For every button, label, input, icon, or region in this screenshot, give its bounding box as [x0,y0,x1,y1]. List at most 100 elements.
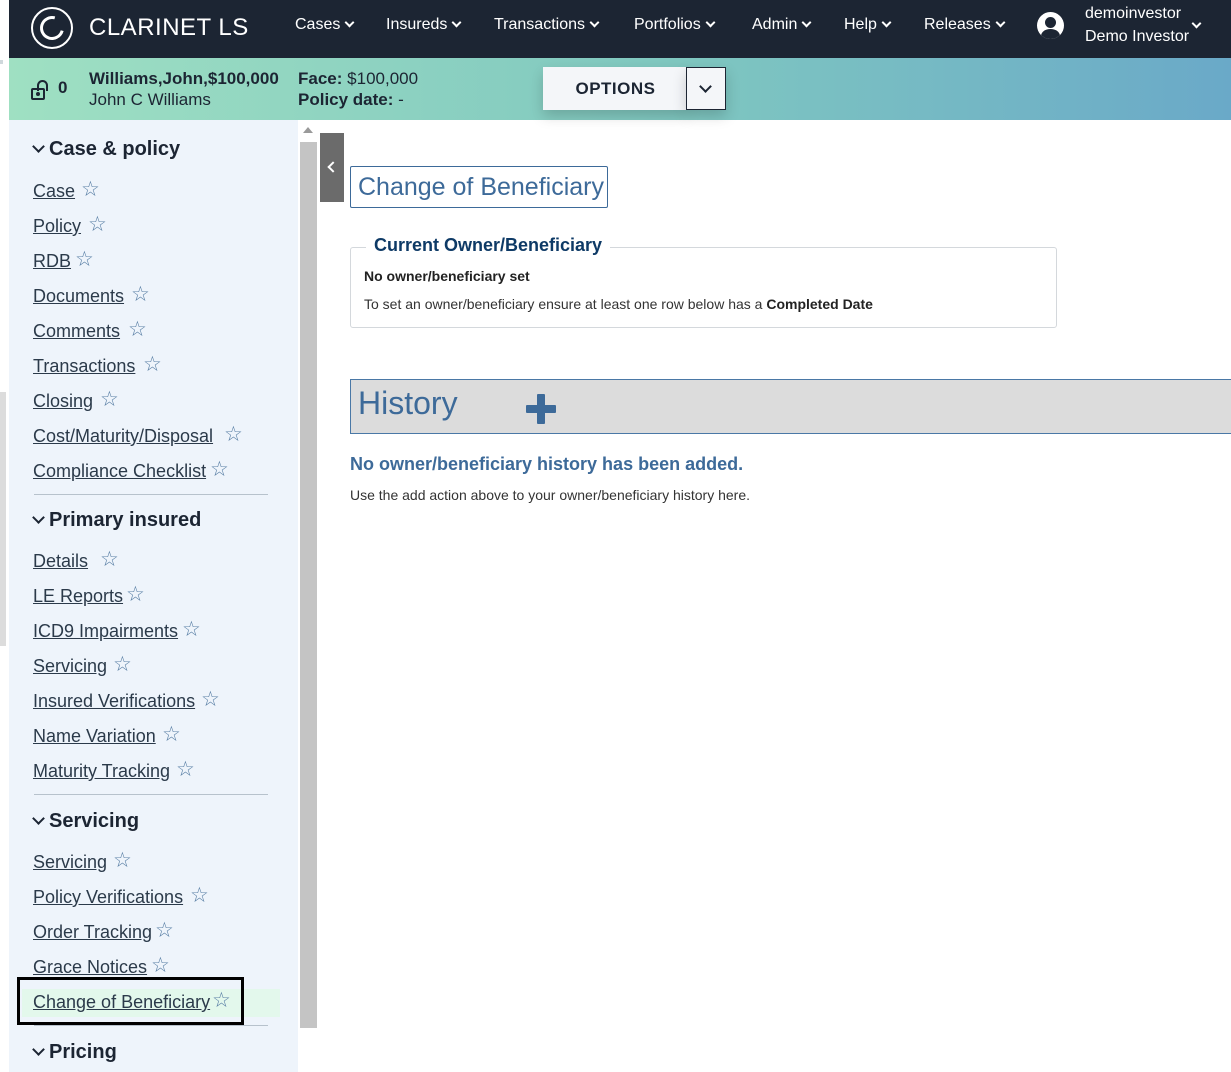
star-outline-icon[interactable]: ☆ [155,918,174,943]
sidebar-item-icd9-impairments[interactable]: ICD9 Impairments [33,621,178,642]
nav-releases[interactable]: Releases [924,16,1006,34]
sidebar-item-closing[interactable]: Closing [33,391,93,412]
sidebar-item-policy[interactable]: Policy [33,216,81,237]
chevron-down-icon[interactable] [1191,18,1202,29]
options-dropdown-toggle[interactable] [686,67,726,110]
sidebar-item-transactions[interactable]: Transactions [33,356,135,377]
sidebar-item-order-tracking[interactable]: Order Tracking [33,922,152,943]
insured-name: John C Williams [89,90,211,109]
section-pricing[interactable]: Pricing [32,1041,117,1064]
chevron-down-icon [451,17,462,28]
star-outline-icon[interactable]: ☆ [143,352,162,377]
star-outline-icon[interactable]: ☆ [88,212,107,237]
history-title: History [358,385,458,421]
chevron-down-icon [32,812,45,825]
history-header-bar [350,379,1231,434]
star-outline-icon[interactable]: ☆ [162,722,181,747]
sidebar-item-policy-verifications[interactable]: Policy Verifications [33,887,183,908]
sidebar-item-name-variation[interactable]: Name Variation [33,726,156,747]
case-title: Williams,John,$100,000 [89,69,279,88]
nav-insureds[interactable]: Insureds [386,16,462,34]
star-outline-icon[interactable]: ☆ [210,457,229,482]
chevron-down-icon [705,17,716,28]
scroll-up-arrow-icon[interactable] [303,127,313,133]
star-outline-icon[interactable]: ☆ [126,582,145,607]
top-navbar: CLARINET LS Cases Insureds Transactions … [9,0,1231,58]
page-title: Change of Beneficiary [358,173,604,201]
sidebar-item-servicing-2[interactable]: Servicing [33,852,107,873]
user-display-name[interactable]: Demo Investor [1085,28,1189,46]
nav-portfolios[interactable]: Portfolios [634,16,716,34]
nav-admin[interactable]: Admin [752,16,812,34]
plus-icon[interactable] [526,394,556,424]
case-header-bar: 0 Williams,John,$100,000 John C Williams… [9,58,1231,120]
current-owner-panel [350,247,1057,328]
sidebar-item-maturity-tracking[interactable]: Maturity Tracking [33,761,170,782]
star-outline-icon[interactable]: ☆ [151,953,170,978]
chevron-down-icon [801,17,812,28]
sidebar-item-documents[interactable]: Documents [33,286,124,307]
star-outline-icon[interactable]: ☆ [131,282,150,307]
section-case-policy[interactable]: Case & policy [32,138,180,161]
edge-mark [0,392,6,646]
nav-cases[interactable]: Cases [295,16,355,34]
sidebar-item-rdb[interactable]: RDB [33,251,71,272]
star-outline-icon[interactable]: ☆ [81,177,100,202]
star-outline-icon[interactable]: ☆ [224,422,243,447]
history-empty-subtitle: Use the add action above to your owner/b… [350,487,751,503]
star-outline-icon[interactable]: ☆ [201,687,220,712]
owner-status: No owner/beneficiary set [364,268,530,284]
user-username[interactable]: demoinvestor [1085,5,1181,23]
sidebar-scroll-thumb[interactable] [300,142,317,1028]
chevron-down-icon [881,17,892,28]
chevron-down-icon [32,140,45,153]
chevron-down-icon [589,17,600,28]
sidebar-item-details[interactable]: Details [33,551,88,572]
nav-transactions[interactable]: Transactions [494,16,600,34]
sidebar-divider [34,1025,268,1026]
face-amount: Face: $100,000 [298,69,419,88]
selection-highlight-box [17,977,244,1025]
sidebar-divider [34,494,268,495]
options-button[interactable]: OPTIONS [543,67,688,110]
edge-mark [0,60,3,64]
sidebar-collapse-button[interactable] [320,133,344,202]
policy-date: Policy date: - [298,90,404,109]
page-title-box: Change of Beneficiary [350,166,608,208]
sidebar-item-le-reports[interactable]: LE Reports [33,586,123,607]
sidebar-divider [34,794,268,795]
current-owner-legend: Current Owner/Beneficiary [366,235,611,256]
star-outline-icon[interactable]: ☆ [75,247,94,272]
history-empty-title: No owner/beneficiary history has been ad… [350,454,744,474]
star-outline-icon[interactable]: ☆ [100,547,119,572]
unlock-icon[interactable] [31,80,49,100]
sidebar-item-comments[interactable]: Comments [33,321,120,342]
chevron-down-icon [32,1043,45,1056]
lock-count: 0 [58,78,68,97]
star-outline-icon[interactable]: ☆ [100,387,119,412]
sidebar-item-insured-verifications[interactable]: Insured Verifications [33,691,195,712]
chevron-down-icon [699,80,712,93]
star-outline-icon[interactable]: ☆ [182,617,201,642]
sidebar-item-cost-maturity-disposal[interactable]: Cost/Maturity/Disposal [33,426,213,447]
sidebar-item-servicing[interactable]: Servicing [33,656,107,677]
chevron-down-icon [995,17,1006,28]
sidebar-item-compliance-checklist[interactable]: Compliance Checklist [33,461,206,482]
sidebar-item-case[interactable]: Case [33,181,75,202]
star-outline-icon[interactable]: ☆ [176,757,195,782]
brand-name[interactable]: CLARINET LS [89,14,249,42]
clarinet-logo-icon[interactable] [31,7,73,49]
section-servicing[interactable]: Servicing [32,810,139,833]
user-circle-icon[interactable] [1037,12,1064,39]
nav-help[interactable]: Help [844,16,892,34]
star-outline-icon[interactable]: ☆ [113,652,132,677]
section-primary-insured[interactable]: Primary insured [32,509,201,532]
star-outline-icon[interactable]: ☆ [128,317,147,342]
chevron-down-icon [344,17,355,28]
star-outline-icon[interactable]: ☆ [113,848,132,873]
sidebar-item-grace-notices[interactable]: Grace Notices [33,957,147,978]
owner-hint: To set an owner/beneficiary ensure at le… [364,296,873,312]
chevron-down-icon [32,511,45,524]
chevron-left-icon [327,161,339,173]
star-outline-icon[interactable]: ☆ [190,883,209,908]
